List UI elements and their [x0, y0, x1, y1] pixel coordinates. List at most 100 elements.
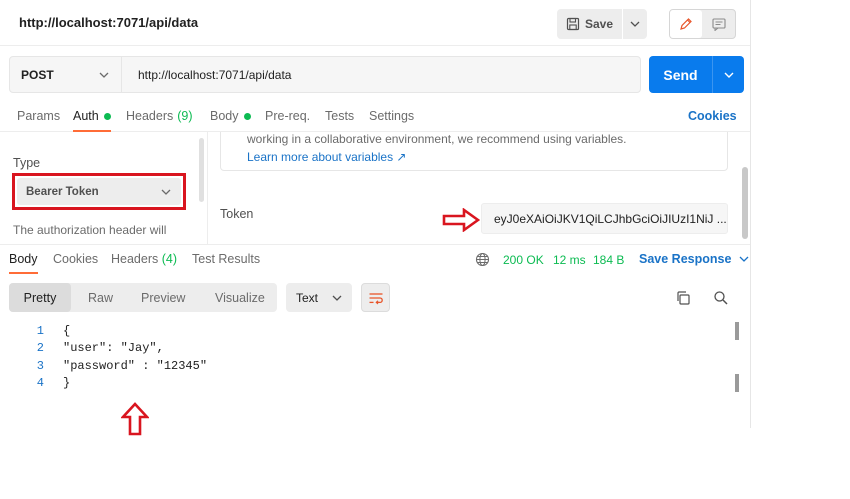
auth-type-value: Bearer Token	[26, 185, 99, 198]
annotation-arrow-right-icon	[442, 208, 480, 232]
auth-right-scrollbar[interactable]	[742, 167, 748, 239]
title-bar: http://localhost:7071/api/data Save	[0, 0, 750, 46]
auth-description: The authorization header will	[13, 223, 167, 237]
resp-tab-headers[interactable]: Headers (4)	[111, 252, 177, 266]
line-number: 2	[36, 340, 44, 355]
window-edge	[750, 0, 751, 428]
tab-tests[interactable]: Tests	[325, 109, 354, 123]
save-response-label: Save Response	[639, 252, 732, 266]
view-visualize[interactable]: Visualize	[215, 283, 265, 312]
variables-info-box: working in a collaborative environment, …	[220, 132, 728, 171]
copy-icon[interactable]	[675, 290, 691, 306]
response-active-indicator	[9, 272, 38, 274]
send-button[interactable]: Send	[649, 56, 712, 93]
url-bar: POST	[9, 56, 641, 93]
format-select[interactable]: Text	[286, 283, 352, 312]
method-select[interactable]: POST	[10, 57, 122, 92]
chevron-down-icon	[724, 72, 733, 78]
code-line: 4 }	[0, 374, 740, 391]
send-button-group: Send	[649, 56, 744, 93]
format-value: Text	[296, 290, 319, 305]
resp-tab-test-results[interactable]: Test Results	[192, 252, 260, 266]
response-time[interactable]: 12 ms	[553, 253, 586, 267]
response-tabs: Body Cookies Headers (4) Test Results 20…	[0, 245, 750, 275]
line-text: {	[63, 323, 71, 338]
comment-mode-button[interactable]	[702, 10, 735, 38]
line-text: "password" : "12345"	[63, 358, 208, 373]
code-line: 1 {	[0, 322, 740, 339]
auth-type-select[interactable]: Bearer Token	[17, 178, 181, 205]
search-icon[interactable]	[713, 290, 729, 306]
tab-prereq-label: Pre-req.	[265, 109, 311, 123]
request-tabs: Params Auth Headers (9) Body Pre-req. Tes…	[0, 100, 750, 132]
view-mode-toggle	[669, 9, 736, 39]
auth-type-label: Type	[13, 156, 41, 170]
tab-params-label: Params	[17, 109, 61, 123]
tab-params[interactable]: Params	[17, 109, 60, 123]
chevron-down-icon	[161, 189, 171, 195]
auth-status-dot	[103, 112, 111, 120]
editor-scroll-marker[interactable]	[735, 374, 739, 392]
response-status[interactable]: 200 OK	[503, 253, 544, 267]
resp-tab-cookies[interactable]: Cookies	[53, 252, 98, 266]
save-dropdown-button[interactable]	[623, 9, 647, 39]
globe-icon[interactable]	[475, 252, 490, 267]
comment-icon	[711, 17, 726, 31]
chevron-down-icon	[630, 21, 640, 27]
tab-auth-label: Auth	[73, 109, 99, 123]
tab-tests-label: Tests	[325, 109, 355, 123]
save-response-button[interactable]: Save Response	[639, 252, 749, 266]
line-text: }	[63, 375, 71, 390]
tab-settings-label: Settings	[369, 109, 415, 123]
cookies-link[interactable]: Cookies	[688, 109, 737, 123]
response-size[interactable]: 184 B	[593, 253, 624, 267]
pencil-icon	[680, 18, 692, 30]
line-text: "user": "Jay",	[63, 340, 164, 355]
chevron-down-icon	[99, 72, 109, 78]
resp-headers-label: Headers	[111, 252, 159, 266]
floppy-disk-icon	[566, 17, 580, 31]
view-preview[interactable]: Preview	[141, 283, 185, 312]
tab-headers[interactable]: Headers (9)	[126, 109, 193, 123]
word-wrap-button[interactable]	[361, 283, 390, 312]
annotation-arrow-up-icon	[121, 402, 149, 436]
tab-headers-label: Headers	[126, 109, 174, 123]
view-pretty[interactable]: Pretty	[9, 283, 71, 312]
info-text: working in a collaborative environment, …	[247, 132, 627, 146]
url-input[interactable]	[122, 57, 640, 92]
edit-mode-button[interactable]	[670, 10, 702, 38]
code-line: 2 "user": "Jay",	[0, 339, 740, 356]
chevron-down-icon	[332, 295, 342, 301]
tab-body-label: Body	[210, 109, 239, 123]
tab-body[interactable]: Body	[210, 109, 251, 123]
save-label: Save	[585, 17, 614, 31]
send-dropdown-button[interactable]	[713, 56, 744, 93]
tab-settings[interactable]: Settings	[369, 109, 414, 123]
token-label: Token	[220, 207, 254, 221]
annotation-highlight-box: Bearer Token	[12, 173, 186, 210]
view-raw[interactable]: Raw	[88, 283, 113, 312]
line-number: 1	[36, 323, 44, 338]
save-button[interactable]: Save	[557, 9, 622, 39]
response-view-tabs: Pretty Raw Preview Visualize	[9, 283, 277, 312]
line-number: 4	[36, 375, 44, 390]
auth-type-panel: Type Bearer Token The authorization head…	[0, 132, 208, 244]
body-status-dot	[243, 112, 251, 120]
chevron-down-icon	[739, 256, 749, 262]
response-body-editor[interactable]: 1 { 2 "user": "Jay", 3 "password" : "123…	[0, 322, 750, 428]
code-line: 3 "password" : "12345"	[0, 357, 740, 374]
editor-scroll-marker[interactable]	[735, 322, 739, 340]
auth-left-scrollbar[interactable]	[199, 138, 204, 202]
resp-tab-body[interactable]: Body	[9, 252, 38, 266]
learn-more-link[interactable]: Learn more about variables ↗	[247, 150, 406, 164]
word-wrap-icon	[369, 292, 383, 304]
method-label: POST	[21, 67, 54, 82]
token-input[interactable]: eyJ0eXAiOiJKV1QiLCJhbGciOiJIUzI1NiJ ...	[481, 203, 728, 234]
line-number: 3	[36, 358, 44, 373]
request-title: http://localhost:7071/api/data	[19, 15, 199, 30]
resp-headers-count: (4)	[161, 252, 178, 266]
save-button-group: Save	[557, 9, 647, 39]
headers-count: (9)	[177, 109, 193, 123]
tab-auth[interactable]: Auth	[73, 109, 111, 123]
tab-prereq[interactable]: Pre-req.	[265, 109, 310, 123]
